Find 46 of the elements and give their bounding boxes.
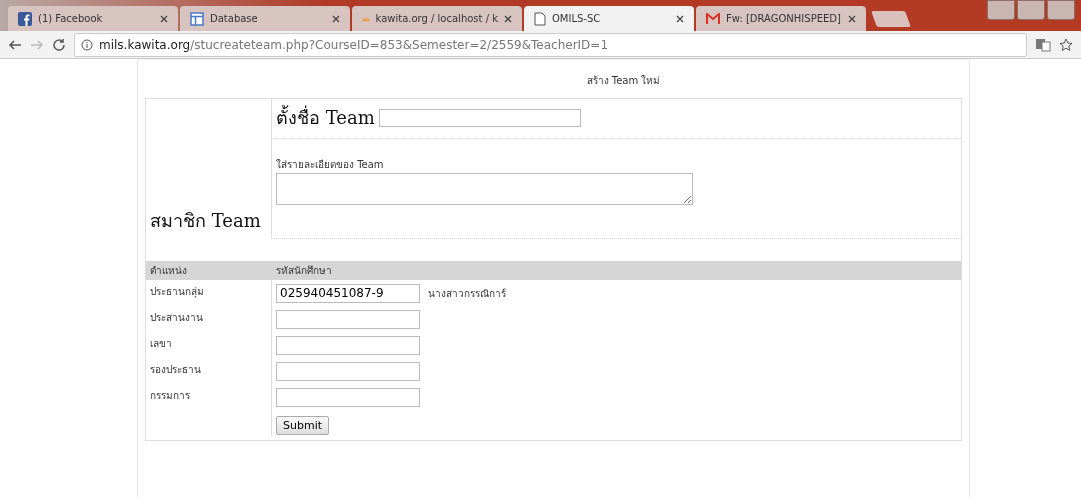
student-id-field[interactable]: [276, 309, 420, 329]
page-icon: [534, 11, 546, 26]
browser-tab[interactable]: (1) Facebook: [8, 6, 178, 31]
team-name-label: ตั้งชื่อ Team: [276, 104, 375, 130]
close-icon[interactable]: [676, 14, 684, 23]
facebook-icon: [18, 11, 32, 26]
close-icon[interactable]: [160, 14, 168, 23]
role-label: กรรมการ: [146, 384, 272, 410]
url-host: mils.kawita.org: [99, 37, 191, 52]
browser-tab[interactable]: kawita.org / localhost / k: [352, 6, 522, 31]
browser-tab[interactable]: Database: [180, 6, 350, 31]
role-label: รองประธาน: [146, 358, 272, 384]
gmail-icon: [706, 12, 720, 25]
description-field[interactable]: [276, 173, 693, 205]
student-id-field[interactable]: [276, 335, 420, 355]
close-icon[interactable]: [504, 14, 512, 23]
page-heading: สร้าง Team ใหม่: [585, 74, 662, 88]
student-id-field[interactable]: 025940451087-9: [276, 283, 420, 303]
close-icon[interactable]: [332, 14, 340, 23]
role-label: ประธานกลุ่ม: [146, 280, 272, 306]
browser-tab[interactable]: Fw: [DRAGONHISPEED]: [696, 6, 866, 31]
column-header: ตำแหน่ง: [149, 264, 188, 278]
student-id-field[interactable]: [276, 387, 420, 407]
column-header: รหัสนักศึกษา: [275, 264, 333, 278]
url-path: /stucreateteam.php?CourseID=853&Semester=2/2559&TeacherID=1: [190, 37, 609, 52]
student-name: นางสาวกรรณิการ์: [428, 286, 506, 301]
table-icon: [190, 11, 204, 26]
address-field[interactable]: mils.kawita.org/stucreateteam.php?CourseID=853&Semester=2/2559&TeacherID=1: [74, 32, 1027, 57]
profile-button[interactable]: [987, 0, 1015, 20]
star-icon[interactable]: [1059, 37, 1073, 52]
role-label: เลขา: [146, 332, 272, 358]
back-icon[interactable]: [8, 37, 22, 52]
new-tab-button[interactable]: [871, 11, 911, 27]
browser-tab[interactable]: OMILS-SC: [524, 6, 694, 31]
info-icon: [81, 38, 93, 51]
student-id-field[interactable]: [276, 361, 420, 381]
translate-icon[interactable]: [1035, 37, 1051, 52]
team-name-field[interactable]: [378, 108, 581, 127]
maximize-button[interactable]: [1047, 0, 1075, 20]
role-label: ประสานงาน: [146, 306, 272, 332]
minimize-button[interactable]: [1017, 0, 1045, 20]
submit-button[interactable]: Submit: [276, 415, 330, 435]
members-title: สมาชิก Team: [150, 209, 262, 233]
description-label: ใส่รายละเอียดของ Team: [276, 158, 385, 172]
reload-icon[interactable]: [52, 37, 66, 52]
close-icon[interactable]: [848, 14, 856, 23]
